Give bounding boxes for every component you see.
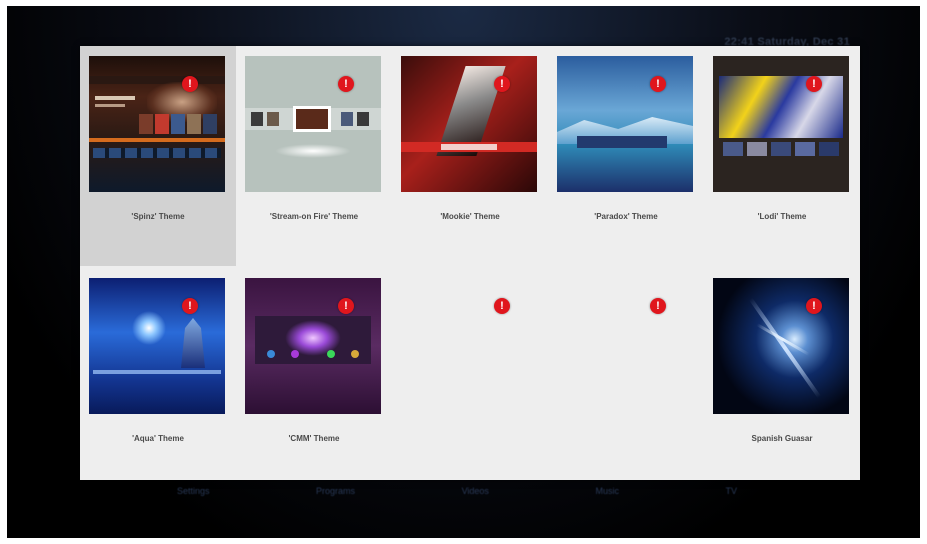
theme-tile-label: 'Lodi' Theme [757, 212, 807, 221]
spinz-theme-thumbnail [89, 56, 225, 192]
alert-badge-icon: ! [182, 76, 198, 92]
theme-tile-aqua[interactable]: 'Aqua' Theme ! [80, 268, 236, 488]
theme-tile-paradox[interactable]: 'Paradox' Theme ! [548, 46, 704, 266]
theme-tile-label: 'Paradox' Theme [594, 212, 658, 221]
paradox-theme-thumbnail [557, 56, 693, 192]
theme-tile-label: 'Aqua' Theme [132, 434, 184, 443]
alert-badge-icon: ! [338, 76, 354, 92]
alert-badge-icon: ! [494, 298, 510, 314]
theme-tile-label: 'Spinz' Theme [131, 212, 185, 221]
theme-tile-label: 'Mookie' Theme [440, 212, 500, 221]
menu-item: TV [725, 486, 737, 496]
stream-on-fire-theme-thumbnail [245, 56, 381, 192]
theme-tile-spinz[interactable]: 'Spinz' Theme ! [80, 46, 236, 266]
menu-item: Music [595, 486, 619, 496]
alert-badge-icon: ! [806, 298, 822, 314]
theme-picker-dialog: 'Spinz' Theme ! 'Stream-on Fire' Theme !… [80, 46, 860, 480]
theme-tile-label: Spanish Guasar [751, 434, 813, 443]
menu-item: Programs [316, 486, 356, 496]
theme-tile-label: 'Stream-on Fire' Theme [269, 212, 359, 221]
theme-tile-empty[interactable]: ! [392, 268, 548, 488]
menu-item: Videos [461, 486, 489, 496]
aqua-theme-thumbnail [89, 278, 225, 414]
theme-tile-empty[interactable]: ! [548, 268, 704, 488]
theme-tile-mookie[interactable]: 'Mookie' Theme ! [392, 46, 548, 266]
theme-tile-label: 'CMM' Theme [288, 434, 340, 443]
alert-badge-icon: ! [806, 76, 822, 92]
alert-badge-icon: ! [338, 298, 354, 314]
menu-item: Settings [177, 486, 210, 496]
alert-badge-icon: ! [182, 298, 198, 314]
theme-tile-lodi[interactable]: 'Lodi' Theme ! [704, 46, 860, 266]
background-main-menu: Settings Programs Videos Music TV [177, 486, 737, 500]
theme-tile-spanish-guasar[interactable]: Spanish Guasar ! [704, 268, 860, 488]
spanish-guasar-thumbnail [713, 278, 849, 414]
theme-tile-cmm[interactable]: 'CMM' Theme ! [236, 268, 392, 488]
theme-tile-stream-on-fire[interactable]: 'Stream-on Fire' Theme ! [236, 46, 392, 266]
lodi-theme-thumbnail [713, 56, 849, 192]
alert-badge-icon: ! [494, 76, 510, 92]
alert-badge-icon: ! [650, 298, 666, 314]
cmm-theme-thumbnail [245, 278, 381, 414]
mookie-theme-thumbnail [401, 56, 537, 192]
alert-badge-icon: ! [650, 76, 666, 92]
